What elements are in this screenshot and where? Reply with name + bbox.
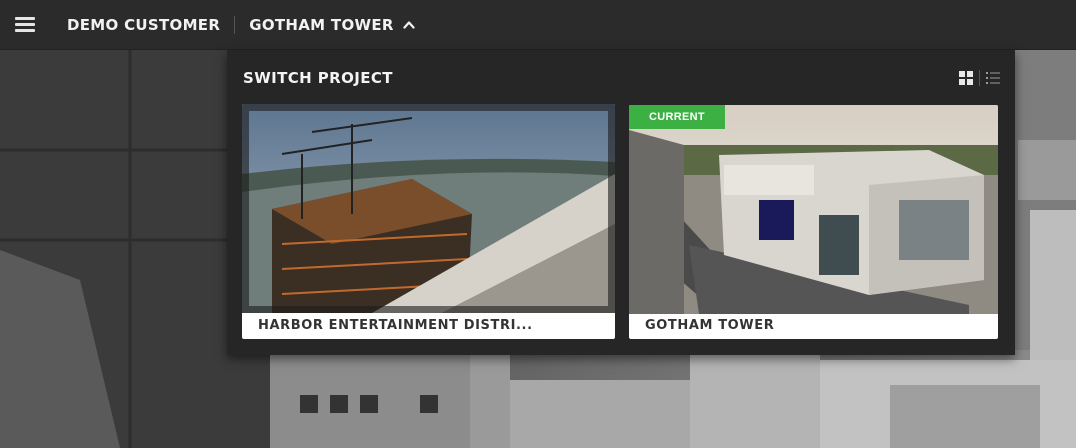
project-thumbnail [242,104,615,313]
chevron-up-icon [403,20,415,29]
switch-project-panel: SWITCH PROJECT HARBOR ENTERTAINMENT DIST… [227,50,1015,355]
panel-title: SWITCH PROJECT [243,69,393,87]
current-badge: CURRENT [629,105,725,129]
hamburger-icon [15,14,35,35]
project-switcher-toggle[interactable]: GOTHAM TOWER [249,16,415,34]
list-view-icon[interactable] [985,70,1001,86]
menu-button[interactable] [0,0,50,50]
breadcrumb-project: GOTHAM TOWER [249,15,394,34]
project-name: GOTHAM TOWER [645,318,775,333]
view-toggle-divider [979,70,980,86]
project-thumbnail [629,105,998,314]
breadcrumb-divider [234,15,236,34]
project-card-current[interactable]: CURRENT GOTHAM TOWER [629,105,998,339]
grid-view-icon[interactable] [958,70,974,86]
top-nav-bar: DEMO CUSTOMER GOTHAM TOWER [0,0,1076,50]
view-toggle [958,70,1001,86]
breadcrumb-customer[interactable]: DEMO CUSTOMER [67,16,220,34]
project-card[interactable]: HARBOR ENTERTAINMENT DISTRI... [242,104,615,339]
project-name: HARBOR ENTERTAINMENT DISTRI... [258,318,533,333]
